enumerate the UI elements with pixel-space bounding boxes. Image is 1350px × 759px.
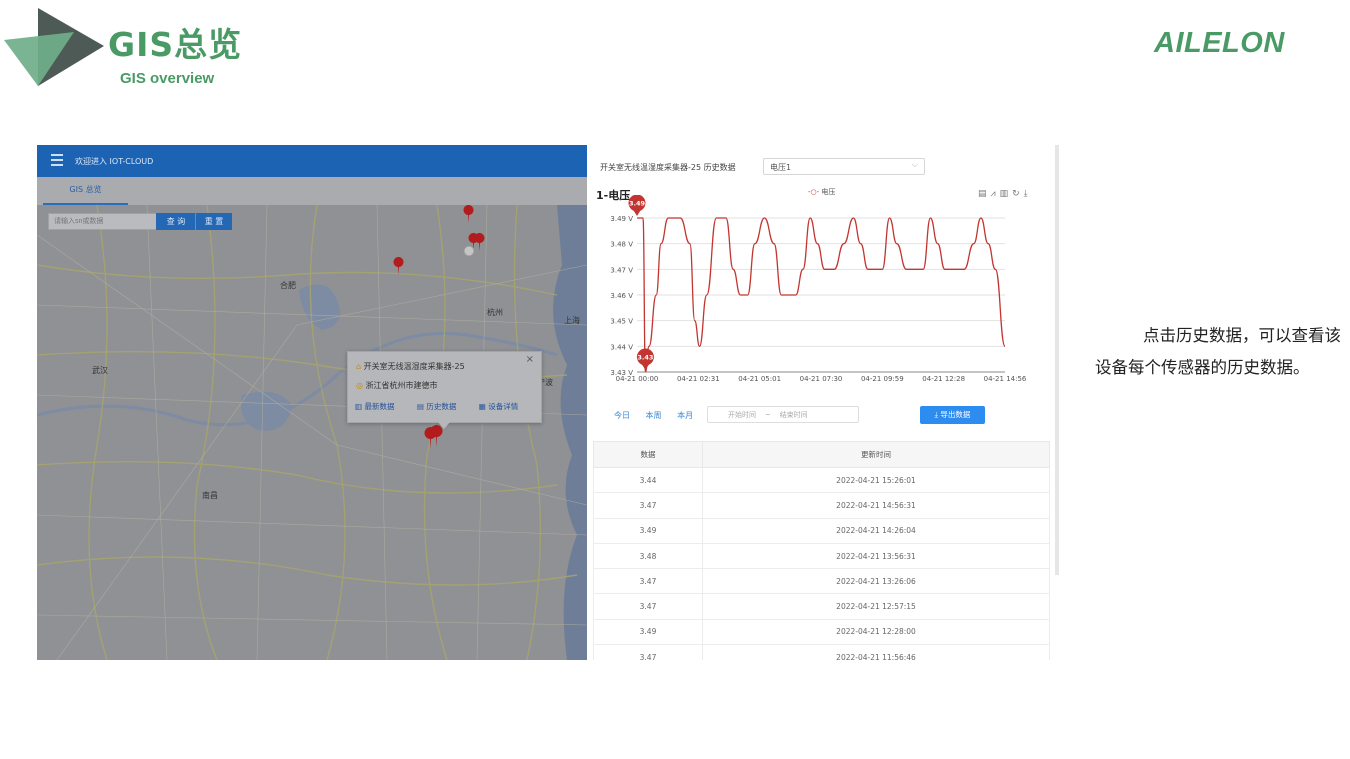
x-tick-label: 04-21 02:31 bbox=[677, 375, 720, 383]
table-row: 3.47 2022-04-21 13:26:06 bbox=[593, 568, 1050, 595]
latest-data-link[interactable]: ▥ 最新数据 bbox=[355, 402, 404, 411]
device-icon: ⌂ bbox=[356, 362, 362, 371]
cell-time: 2022-04-21 11:56:46 bbox=[702, 644, 1050, 660]
history-title: 开关室无线温湿度采集器-25 历史数据 bbox=[600, 163, 736, 172]
device-detail-link[interactable]: ▦ 设备详情 bbox=[479, 402, 528, 411]
column-header-time: 更新时间 bbox=[702, 441, 1050, 468]
popup-location: 浙江省杭州市建德市 bbox=[365, 381, 438, 390]
reset-button[interactable]: 重 置 bbox=[195, 213, 232, 230]
menu-icon[interactable] bbox=[51, 154, 63, 166]
end-time-placeholder: 结束时间 bbox=[779, 411, 808, 419]
cell-time: 2022-04-21 13:26:06 bbox=[702, 568, 1050, 595]
query-button[interactable]: 查 询 bbox=[156, 213, 196, 230]
cell-time: 2022-04-21 12:28:00 bbox=[702, 618, 1050, 646]
city-label: 杭州 bbox=[487, 307, 503, 317]
table-row: 3.49 2022-04-21 12:28:00 bbox=[593, 618, 1050, 646]
y-tick-label: 3.46 V bbox=[610, 292, 633, 300]
range-today[interactable]: 今日 bbox=[614, 411, 630, 420]
popup-device-row: ⌂ 开关室无线温湿度采集器-25 bbox=[356, 361, 465, 372]
cell-time: 2022-04-21 14:26:04 bbox=[702, 517, 1050, 544]
slide-subtitle: GIS overview bbox=[120, 70, 215, 87]
range-month[interactable]: 本月 bbox=[677, 411, 693, 420]
table-row: 3.47 2022-04-21 12:57:15 bbox=[593, 593, 1050, 620]
table-row: 3.48 2022-04-21 13:56:31 bbox=[593, 542, 1050, 570]
device-popup: × ⌂ 开关室无线温湿度采集器-25 ◎ 浙江省杭州市建德市 ▥ 最新数据 ▤ … bbox=[347, 351, 542, 429]
history-panel: 开关室无线温湿度采集器-25 历史数据 电压1 ⌵ 1-电压 -○- 电压 ▤⩘… bbox=[587, 145, 1060, 660]
popup-location-row: ◎ 浙江省杭州市建德市 bbox=[356, 380, 438, 391]
start-time-placeholder: 开始时间 bbox=[728, 411, 756, 419]
x-tick-label: 04-21 00:00 bbox=[616, 375, 659, 383]
close-icon[interactable]: × bbox=[526, 354, 534, 365]
range-week[interactable]: 本周 bbox=[646, 411, 662, 420]
download-icon: ⤓ bbox=[934, 410, 938, 419]
y-tick-label: 3.48 V bbox=[610, 241, 633, 249]
map-panel: 欢迎进入 IOT-CLOUD GIS 总览 合肥 武汉 上海 南昌 杭州 宁波 … bbox=[37, 145, 587, 660]
brand-logo: AILELON bbox=[1154, 27, 1285, 59]
city-label: 南昌 bbox=[202, 490, 218, 500]
x-tick-label: 04-21 12:28 bbox=[922, 375, 965, 383]
cell-value: 3.49 bbox=[593, 517, 703, 544]
x-tick-label: 04-21 09:59 bbox=[861, 375, 904, 383]
cell-time: 2022-04-21 13:56:31 bbox=[702, 542, 1050, 570]
data-marker-label: 3.43 bbox=[637, 354, 653, 362]
y-tick-label: 3.44 V bbox=[610, 343, 633, 351]
cell-time: 2022-04-21 15:26:01 bbox=[702, 466, 1050, 494]
voltage-line-chart: 3.43 V3.44 V3.45 V3.46 V3.47 V3.48 V3.49… bbox=[610, 195, 1027, 383]
map-canvas[interactable]: 合肥 武汉 上海 南昌 杭州 宁波 bbox=[37, 205, 587, 660]
chevron-down-icon: ⌵ bbox=[911, 160, 918, 169]
column-header-value: 数据 bbox=[593, 441, 703, 468]
table-row: 3.47 2022-04-21 14:56:31 bbox=[593, 492, 1050, 519]
city-label: 上海 bbox=[564, 315, 580, 325]
channel-select[interactable]: 电压1 ⌵ bbox=[763, 158, 925, 175]
popup-actions: ▥ 最新数据 ▤ 历史数据 ▦ 设备详情 bbox=[355, 401, 538, 412]
table-header-row: 数据 更新时间 bbox=[593, 441, 1050, 468]
quick-range: 今日 本周 本月 bbox=[614, 410, 706, 421]
logo-icon bbox=[4, 8, 104, 86]
range-separator: ~ bbox=[764, 411, 771, 419]
slide-title: GIS总览 bbox=[108, 25, 243, 64]
cell-time: 2022-04-21 14:56:31 bbox=[702, 492, 1050, 519]
slide-description: 点击历史数据，可以查看该设备每个传感器的历史数据。 bbox=[1095, 326, 1341, 377]
table-row: 3.49 2022-04-21 14:26:04 bbox=[593, 517, 1050, 544]
table-row: 3.47 2022-04-21 11:56:46 bbox=[593, 644, 1050, 660]
cell-value: 3.44 bbox=[593, 466, 703, 494]
data-marker-label: 3.49 bbox=[629, 200, 646, 208]
table-row: 3.44 2022-04-21 15:26:01 bbox=[593, 466, 1050, 494]
popup-device-name: 开关室无线温湿度采集器-25 bbox=[363, 362, 465, 371]
location-icon: ◎ bbox=[356, 381, 363, 390]
history-table: 数据 更新时间 3.44 2022-04-21 15:26:01 3.47 2022-… bbox=[593, 441, 1050, 660]
map-search-input[interactable] bbox=[48, 213, 158, 230]
cell-value: 3.48 bbox=[593, 542, 703, 570]
x-tick-label: 04-21 14:56 bbox=[984, 375, 1027, 383]
x-tick-label: 04-21 07:30 bbox=[800, 375, 843, 383]
welcome-text: 欢迎进入 IOT-CLOUD bbox=[75, 157, 154, 166]
cell-value: 3.47 bbox=[593, 568, 703, 595]
top-bar: 欢迎进入 IOT-CLOUD bbox=[37, 145, 587, 177]
date-range-picker[interactable]: 开始时间 ~ 结束时间 bbox=[707, 406, 859, 423]
history-data-link[interactable]: ▤ 历史数据 bbox=[417, 402, 466, 411]
cell-value: 3.47 bbox=[593, 644, 703, 660]
cell-value: 3.47 bbox=[593, 593, 703, 620]
channel-value: 电压1 bbox=[770, 163, 792, 172]
tab-gis-overview[interactable]: GIS 总览 bbox=[43, 183, 128, 205]
city-label: 武汉 bbox=[92, 365, 108, 375]
tab-bar: GIS 总览 bbox=[37, 177, 587, 205]
y-tick-label: 3.45 V bbox=[610, 318, 633, 326]
city-label: 合肥 bbox=[280, 280, 296, 290]
x-tick-label: 04-21 05:01 bbox=[738, 375, 781, 383]
export-data-button[interactable]: ⤓ 导出数据 bbox=[920, 406, 985, 424]
y-tick-label: 3.49 V bbox=[610, 215, 633, 223]
cell-value: 3.49 bbox=[593, 618, 703, 646]
cell-value: 3.47 bbox=[593, 492, 703, 519]
cell-time: 2022-04-21 12:57:15 bbox=[702, 593, 1050, 620]
y-tick-label: 3.47 V bbox=[610, 266, 633, 274]
